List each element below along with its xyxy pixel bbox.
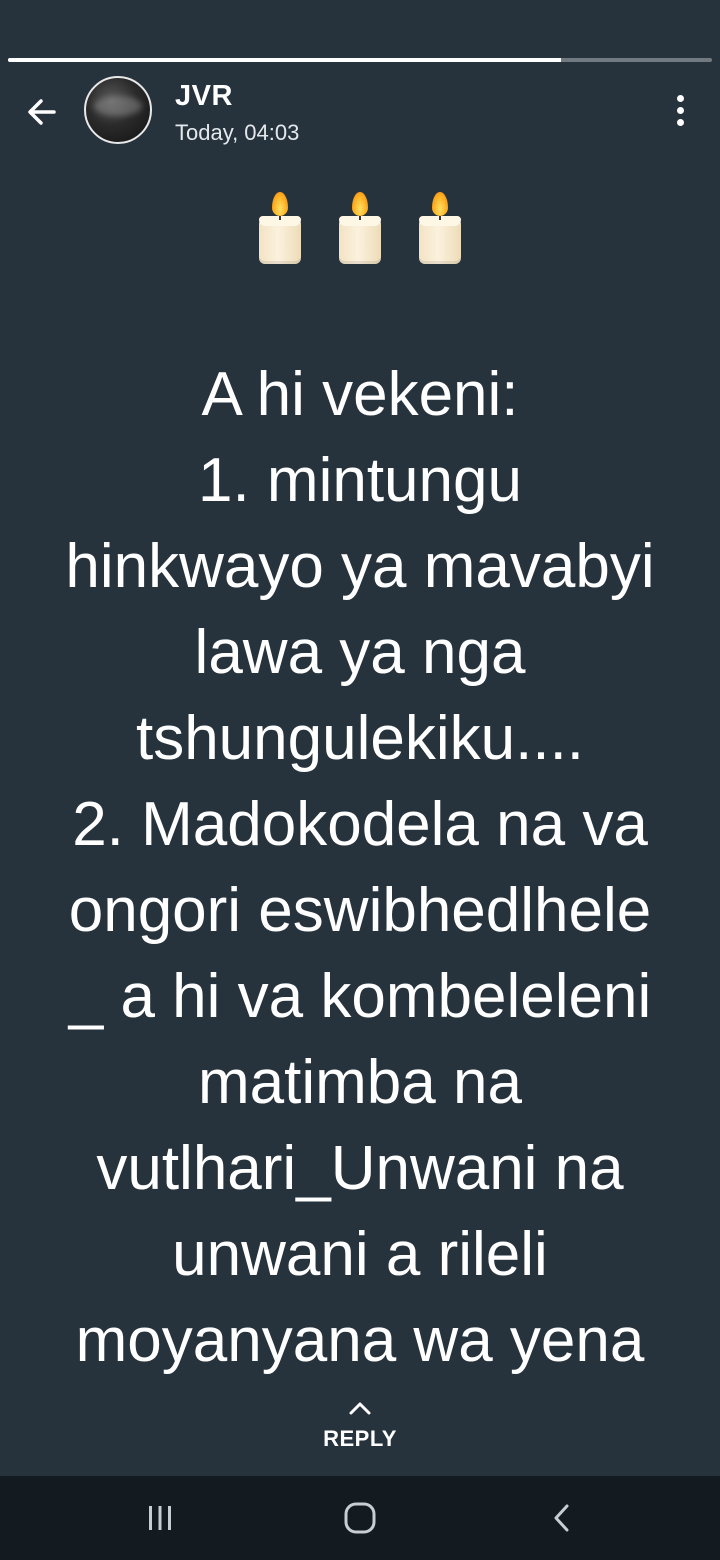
arrow-left-icon (28, 99, 56, 125)
status-viewer: JVR Today, 04:03 A hi vekeni: 1. mintung… (0, 0, 720, 1560)
avatar-image (94, 96, 142, 116)
chevron-up-icon (349, 1402, 371, 1415)
candle-icon (257, 190, 303, 266)
reply-label: REPLY (323, 1426, 397, 1451)
candle-icon (337, 190, 383, 266)
status-progress-fill (8, 58, 561, 62)
status-progress-bar (8, 58, 712, 62)
recents-icon (149, 1506, 171, 1530)
recents-button[interactable] (120, 1494, 200, 1542)
sender-name[interactable]: JVR (175, 80, 233, 113)
nav-back-icon (554, 1504, 569, 1532)
home-icon (344, 1502, 376, 1534)
back-button[interactable] (18, 88, 66, 136)
home-button[interactable] (320, 1494, 400, 1542)
nav-back-button[interactable] (522, 1494, 602, 1542)
status-timestamp: Today, 04:03 (175, 120, 300, 145)
more-options-button[interactable] (662, 90, 698, 130)
status-header: JVR Today, 04:03 (0, 72, 720, 152)
candle-icon (417, 190, 463, 266)
avatar[interactable] (84, 76, 152, 144)
more-vertical-icon (676, 94, 684, 102)
candle-emoji-row (0, 190, 720, 266)
reply-button[interactable]: REPLY (260, 1398, 460, 1462)
status-text: A hi vekeni: 1. mintungu hinkwayo ya mav… (65, 360, 655, 1375)
system-navigation-bar (0, 1476, 720, 1560)
